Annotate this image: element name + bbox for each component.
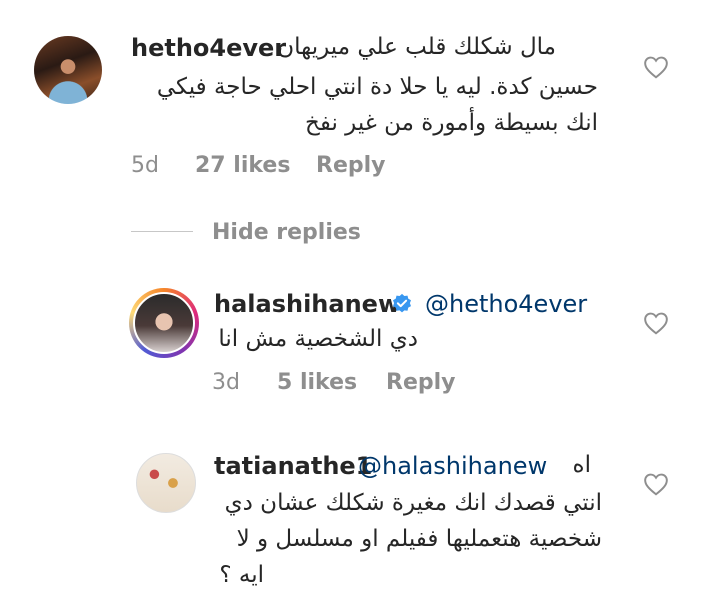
comment-text-line: اه: [572, 452, 591, 478]
heart-icon[interactable]: [643, 311, 669, 335]
username-tatianathe1[interactable]: tatianathe1: [214, 452, 372, 480]
replies-divider: [131, 231, 193, 232]
comment-likes[interactable]: 5 likes: [277, 370, 357, 395]
reply-button[interactable]: Reply: [386, 370, 456, 395]
verified-badge-icon: [393, 293, 411, 313]
mention-link[interactable]: @halashihanew: [358, 452, 547, 480]
mention-link[interactable]: @hetho4ever: [425, 290, 587, 318]
comment-likes[interactable]: 27 likes: [195, 153, 290, 178]
avatar-tatianathe1[interactable]: [136, 453, 196, 513]
comment-time: 5d: [131, 153, 159, 178]
comment-text-line: ايه ؟: [219, 562, 264, 588]
comment-text-line: شخصية هتعمليها ففيلم او مسلسل و لا: [236, 526, 602, 552]
comment-text-line: انك بسيطة وأمورة من غير نفخ: [304, 110, 598, 136]
username-halashihanew[interactable]: halashihanew: [214, 290, 400, 318]
avatar-hetho4ever[interactable]: [34, 36, 102, 104]
comment-time: 3d: [212, 370, 240, 395]
avatar-halashihanew[interactable]: [133, 292, 195, 354]
comment-text-line: دي الشخصية مش انا: [218, 326, 418, 352]
username-hetho4ever[interactable]: hetho4ever: [131, 34, 286, 62]
comment-text-line: حسين كدة. ليه يا حلا دة انتي احلي حاجة ف…: [156, 74, 598, 100]
comment-text-line: مال شكلك قلب علي ميريهان: [277, 34, 556, 60]
heart-icon[interactable]: [643, 472, 669, 496]
heart-icon[interactable]: [643, 55, 669, 79]
hide-replies-button[interactable]: Hide replies: [212, 220, 361, 245]
reply-button[interactable]: Reply: [316, 153, 386, 178]
comment-text-line: انتي قصدك انك مغيرة شكلك عشان دي: [224, 490, 602, 516]
